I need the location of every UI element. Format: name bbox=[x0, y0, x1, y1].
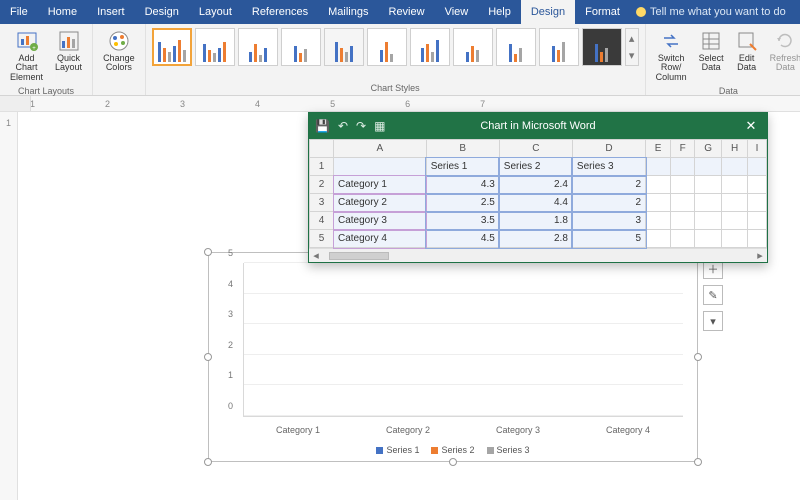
workspace: 1 ＋ ✎ ▾ 012345 Category 1Category 2Categ… bbox=[0, 112, 800, 500]
chart-style-8[interactable] bbox=[453, 28, 493, 66]
palette-icon bbox=[108, 30, 130, 52]
group-data: Switch Row/ Column Select Data Edit Data… bbox=[646, 24, 800, 95]
resize-handle[interactable] bbox=[694, 353, 702, 361]
bulb-icon bbox=[636, 7, 646, 17]
select-data-button[interactable]: Select Data bbox=[695, 28, 728, 75]
tell-me-label: Tell me what you want to do bbox=[650, 6, 786, 18]
group-change-colors: Change Colors bbox=[93, 24, 146, 95]
chart-style-3[interactable] bbox=[238, 28, 278, 66]
refresh-icon bbox=[774, 30, 796, 52]
funnel-icon: ▾ bbox=[710, 315, 716, 328]
chart-style-2[interactable] bbox=[195, 28, 235, 66]
chart-object[interactable]: ＋ ✎ ▾ 012345 Category 1Category 2Categor… bbox=[208, 252, 698, 462]
chevron-up-icon: ▴ bbox=[629, 32, 635, 45]
chart-plot-area: 012345 bbox=[243, 263, 683, 417]
brush-icon: ✎ bbox=[708, 289, 717, 302]
plus-icon: ＋ bbox=[708, 261, 719, 277]
chart-style-11[interactable] bbox=[582, 28, 622, 66]
resize-handle[interactable] bbox=[204, 458, 212, 466]
tab-chart-design[interactable]: Design bbox=[521, 0, 575, 24]
chart-style-6[interactable] bbox=[367, 28, 407, 66]
group-label-styles: Chart Styles bbox=[371, 83, 420, 93]
tab-layout[interactable]: Layout bbox=[189, 0, 242, 24]
menu-tabs: File Home Insert Design Layout Reference… bbox=[0, 0, 800, 24]
tab-insert[interactable]: Insert bbox=[87, 0, 135, 24]
tab-home[interactable]: Home bbox=[38, 0, 87, 24]
switch-row-column-button[interactable]: Switch Row/ Column bbox=[652, 28, 691, 84]
tab-design[interactable]: Design bbox=[135, 0, 189, 24]
change-colors-button[interactable]: Change Colors bbox=[99, 28, 139, 75]
chart-data-window[interactable]: 💾 ↶ ↷ ▦ Chart in Microsoft Word ✕ ABCDEF… bbox=[308, 112, 768, 263]
resize-handle[interactable] bbox=[204, 353, 212, 361]
chart-data-scrollbar[interactable]: ◂ ▸ bbox=[309, 248, 767, 262]
tab-file[interactable]: File bbox=[0, 0, 38, 24]
svg-text:+: + bbox=[32, 46, 36, 52]
resize-handle[interactable] bbox=[694, 458, 702, 466]
switch-icon bbox=[660, 30, 682, 52]
chart-data-titlebar[interactable]: 💾 ↶ ↷ ▦ Chart in Microsoft Word ✕ bbox=[309, 113, 767, 139]
edit-data-icon bbox=[736, 30, 758, 52]
scroll-left-icon[interactable]: ◂ bbox=[309, 249, 323, 262]
resize-handle[interactable] bbox=[449, 458, 457, 466]
chart-style-5[interactable] bbox=[324, 28, 364, 66]
tab-mailings[interactable]: Mailings bbox=[318, 0, 378, 24]
tab-review[interactable]: Review bbox=[379, 0, 435, 24]
tab-references[interactable]: References bbox=[242, 0, 318, 24]
chart-legend: Series 1 Series 2 Series 3 bbox=[209, 445, 697, 455]
chart-x-axis-labels: Category 1Category 2Category 3Category 4 bbox=[243, 425, 683, 435]
tab-view[interactable]: View bbox=[435, 0, 479, 24]
ribbon: + Add Chart Element Quick Layout Chart L… bbox=[0, 24, 800, 96]
quick-layout-icon bbox=[58, 30, 80, 52]
chart-styles-button[interactable]: ✎ bbox=[703, 285, 723, 305]
add-chart-element-icon: + bbox=[16, 30, 38, 52]
refresh-data-button[interactable]: Refresh Data bbox=[766, 28, 800, 75]
group-label-layouts: Chart Layouts bbox=[18, 86, 74, 96]
chart-styles-gallery: ▴▾ bbox=[152, 28, 639, 66]
tab-help[interactable]: Help bbox=[478, 0, 521, 24]
chart-style-7[interactable] bbox=[410, 28, 450, 66]
chart-filters-button[interactable]: ▾ bbox=[703, 311, 723, 331]
resize-handle[interactable] bbox=[204, 248, 212, 256]
select-data-icon bbox=[700, 30, 722, 52]
chart-style-9[interactable] bbox=[496, 28, 536, 66]
edit-data-button[interactable]: Edit Data bbox=[732, 28, 762, 75]
quick-layout-button[interactable]: Quick Layout bbox=[51, 28, 86, 75]
ruler-vertical: 1 bbox=[0, 112, 18, 500]
chart-data-grid[interactable]: ABCDEFGHI1Series 1Series 2Series 32Categ… bbox=[309, 139, 767, 248]
add-chart-element-button[interactable]: + Add Chart Element bbox=[6, 28, 47, 84]
group-chart-layouts: + Add Chart Element Quick Layout Chart L… bbox=[0, 24, 93, 95]
scroll-right-icon[interactable]: ▸ bbox=[753, 249, 767, 262]
chart-style-4[interactable] bbox=[281, 28, 321, 66]
chart-styles-more[interactable]: ▴▾ bbox=[625, 28, 639, 66]
ruler-horizontal: 1 2 3 4 5 6 7 bbox=[0, 96, 800, 112]
tab-chart-format[interactable]: Format bbox=[575, 0, 630, 24]
tell-me-search[interactable]: Tell me what you want to do bbox=[636, 0, 786, 24]
chevron-down-icon: ▾ bbox=[629, 49, 635, 62]
document-page[interactable]: ＋ ✎ ▾ 012345 Category 1Category 2Categor… bbox=[18, 112, 800, 500]
group-chart-styles: ▴▾ Chart Styles bbox=[146, 24, 646, 95]
scroll-thumb[interactable] bbox=[329, 252, 389, 260]
chart-style-10[interactable] bbox=[539, 28, 579, 66]
chart-data-title: Chart in Microsoft Word bbox=[309, 120, 767, 132]
chart-style-1[interactable] bbox=[152, 28, 192, 66]
group-label-data: Data bbox=[719, 86, 738, 96]
